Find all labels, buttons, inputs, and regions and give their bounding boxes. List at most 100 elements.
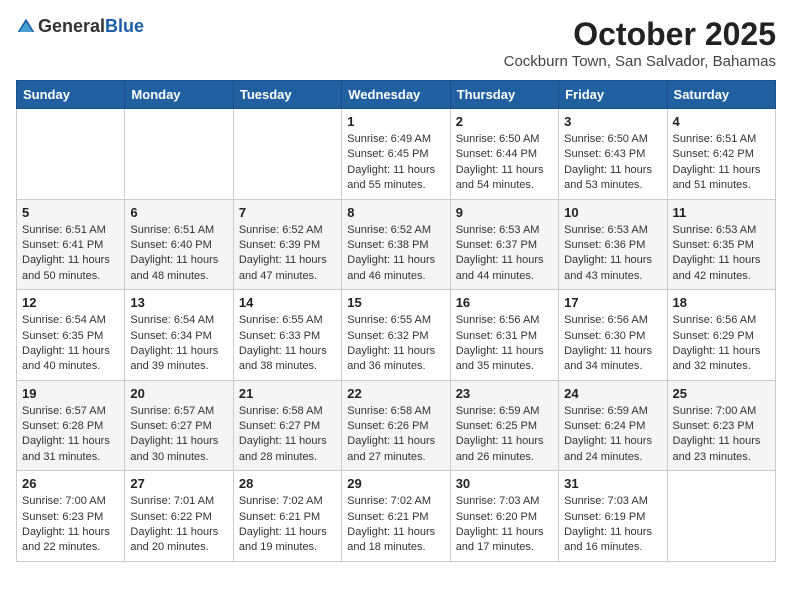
col-friday: Friday [559,81,667,109]
calendar-table: Sunday Monday Tuesday Wednesday Thursday… [16,80,776,562]
day-number: 12 [22,295,119,310]
day-info: Sunrise: 6:50 AM Sunset: 6:43 PM Dayligh… [564,132,661,194]
day-info: Sunrise: 6:51 AM Sunset: 6:40 PM Dayligh… [130,223,227,285]
table-row: 3 Sunrise: 6:50 AM Sunset: 6:43 PM Daylig… [559,109,667,200]
day-info: Sunrise: 6:54 AM Sunset: 6:34 PM Dayligh… [130,313,227,375]
table-row: 23 Sunrise: 6:59 AM Sunset: 6:25 PM Dayli… [450,380,558,471]
table-row: 6Sunrise: 6:51 AM Sunset: 6:40 PM Daylig… [125,199,233,290]
day-info: Sunrise: 6:53 AM Sunset: 6:36 PM Dayligh… [564,223,661,285]
col-sunday: Sunday [17,81,125,109]
calendar-week-2: 5Sunrise: 6:51 AM Sunset: 6:41 PM Daylig… [17,199,776,290]
day-number: 23 [456,386,553,401]
table-row: 16 Sunrise: 6:56 AM Sunset: 6:31 PM Dayli… [450,290,558,381]
day-number: 13 [130,295,227,310]
table-row [125,109,233,200]
table-row: 10 Sunrise: 6:53 AM Sunset: 6:36 PM Dayli… [559,199,667,290]
day-number: 9 [456,205,553,220]
table-row: 21 Sunrise: 6:58 AM Sunset: 6:27 PM Dayli… [233,380,341,471]
day-info: Sunrise: 7:03 AM Sunset: 6:20 PM Dayligh… [456,494,553,556]
table-row: 9 Sunrise: 6:53 AM Sunset: 6:37 PM Daylig… [450,199,558,290]
day-info: Sunrise: 6:56 AM Sunset: 6:31 PM Dayligh… [456,313,553,375]
day-number: 30 [456,476,553,491]
page-header: GeneralBlue October 2025 Cockburn Town, … [16,16,776,70]
table-row [667,471,775,562]
day-number: 4 [673,114,770,129]
table-row: 20 Sunrise: 6:57 AM Sunset: 6:27 PM Dayli… [125,380,233,471]
day-number: 28 [239,476,336,491]
day-info: Sunrise: 7:02 AM Sunset: 6:21 PM Dayligh… [239,494,336,556]
table-row: 30 Sunrise: 7:03 AM Sunset: 6:20 PM Dayli… [450,471,558,562]
table-row: 28 Sunrise: 7:02 AM Sunset: 6:21 PM Dayli… [233,471,341,562]
day-number: 2 [456,114,553,129]
table-row: 7 Sunrise: 6:52 AM Sunset: 6:39 PM Daylig… [233,199,341,290]
table-row: 12 Sunrise: 6:54 AM Sunset: 6:35 PM Dayli… [17,290,125,381]
calendar-week-4: 19 Sunrise: 6:57 AM Sunset: 6:28 PM Dayli… [17,380,776,471]
table-row: 13 Sunrise: 6:54 AM Sunset: 6:34 PM Dayli… [125,290,233,381]
calendar-week-1: 1 Sunrise: 6:49 AM Sunset: 6:45 PM Daylig… [17,109,776,200]
day-info: Sunrise: 7:03 AM Sunset: 6:19 PM Dayligh… [564,494,661,556]
day-number: 31 [564,476,661,491]
table-row: 27 Sunrise: 7:01 AM Sunset: 6:22 PM Dayli… [125,471,233,562]
day-number: 10 [564,205,661,220]
calendar-week-5: 26Sunrise: 7:00 AM Sunset: 6:23 PM Dayli… [17,471,776,562]
table-row [17,109,125,200]
day-number: 21 [239,386,336,401]
day-info: Sunrise: 7:00 AM Sunset: 6:23 PM Dayligh… [22,494,119,556]
table-row: 17 Sunrise: 6:56 AM Sunset: 6:30 PM Dayli… [559,290,667,381]
day-info: Sunrise: 6:49 AM Sunset: 6:45 PM Dayligh… [347,132,444,194]
logo-general-text: General [38,16,105,37]
day-info: Sunrise: 6:53 AM Sunset: 6:37 PM Dayligh… [456,223,553,285]
day-number: 18 [673,295,770,310]
day-number: 8 [347,205,444,220]
day-info: Sunrise: 7:01 AM Sunset: 6:22 PM Dayligh… [130,494,227,556]
day-number: 11 [673,205,770,220]
title-block: October 2025 Cockburn Town, San Salvador… [504,16,776,70]
col-wednesday: Wednesday [342,81,450,109]
day-info: Sunrise: 6:51 AM Sunset: 6:41 PM Dayligh… [22,223,119,285]
day-number: 17 [564,295,661,310]
day-number: 16 [456,295,553,310]
logo-blue-text: Blue [105,16,144,37]
table-row: 29Sunrise: 7:02 AM Sunset: 6:21 PM Dayli… [342,471,450,562]
table-row: 14 Sunrise: 6:55 AM Sunset: 6:33 PM Dayli… [233,290,341,381]
col-thursday: Thursday [450,81,558,109]
calendar-week-3: 12 Sunrise: 6:54 AM Sunset: 6:35 PM Dayli… [17,290,776,381]
col-saturday: Saturday [667,81,775,109]
table-row: 5Sunrise: 6:51 AM Sunset: 6:41 PM Daylig… [17,199,125,290]
day-number: 3 [564,114,661,129]
day-info: Sunrise: 6:58 AM Sunset: 6:26 PM Dayligh… [347,404,444,466]
table-row: 15Sunrise: 6:55 AM Sunset: 6:32 PM Dayli… [342,290,450,381]
table-row: 4 Sunrise: 6:51 AM Sunset: 6:42 PM Daylig… [667,109,775,200]
table-row: 24Sunrise: 6:59 AM Sunset: 6:24 PM Dayli… [559,380,667,471]
day-info: Sunrise: 6:57 AM Sunset: 6:28 PM Dayligh… [22,404,119,466]
day-number: 7 [239,205,336,220]
day-info: Sunrise: 6:51 AM Sunset: 6:42 PM Dayligh… [673,132,770,194]
day-number: 20 [130,386,227,401]
day-number: 1 [347,114,444,129]
table-row: 25Sunrise: 7:00 AM Sunset: 6:23 PM Dayli… [667,380,775,471]
table-row: 11 Sunrise: 6:53 AM Sunset: 6:35 PM Dayli… [667,199,775,290]
day-info: Sunrise: 6:58 AM Sunset: 6:27 PM Dayligh… [239,404,336,466]
day-number: 25 [673,386,770,401]
day-info: Sunrise: 6:54 AM Sunset: 6:35 PM Dayligh… [22,313,119,375]
day-info: Sunrise: 6:52 AM Sunset: 6:39 PM Dayligh… [239,223,336,285]
day-number: 14 [239,295,336,310]
table-row: 1 Sunrise: 6:49 AM Sunset: 6:45 PM Daylig… [342,109,450,200]
table-row: 2Sunrise: 6:50 AM Sunset: 6:44 PM Daylig… [450,109,558,200]
day-number: 29 [347,476,444,491]
location-subtitle: Cockburn Town, San Salvador, Bahamas [504,53,776,70]
logo: GeneralBlue [16,16,144,37]
day-number: 27 [130,476,227,491]
day-info: Sunrise: 6:53 AM Sunset: 6:35 PM Dayligh… [673,223,770,285]
day-info: Sunrise: 6:56 AM Sunset: 6:30 PM Dayligh… [564,313,661,375]
day-info: Sunrise: 6:57 AM Sunset: 6:27 PM Dayligh… [130,404,227,466]
day-info: Sunrise: 6:59 AM Sunset: 6:24 PM Dayligh… [564,404,661,466]
logo-icon [16,17,36,37]
day-info: Sunrise: 6:59 AM Sunset: 6:25 PM Dayligh… [456,404,553,466]
table-row: 19 Sunrise: 6:57 AM Sunset: 6:28 PM Dayli… [17,380,125,471]
day-info: Sunrise: 6:55 AM Sunset: 6:33 PM Dayligh… [239,313,336,375]
day-number: 19 [22,386,119,401]
table-row: 26Sunrise: 7:00 AM Sunset: 6:23 PM Dayli… [17,471,125,562]
table-row: 18Sunrise: 6:56 AM Sunset: 6:29 PM Dayli… [667,290,775,381]
calendar-body: 1 Sunrise: 6:49 AM Sunset: 6:45 PM Daylig… [17,109,776,562]
